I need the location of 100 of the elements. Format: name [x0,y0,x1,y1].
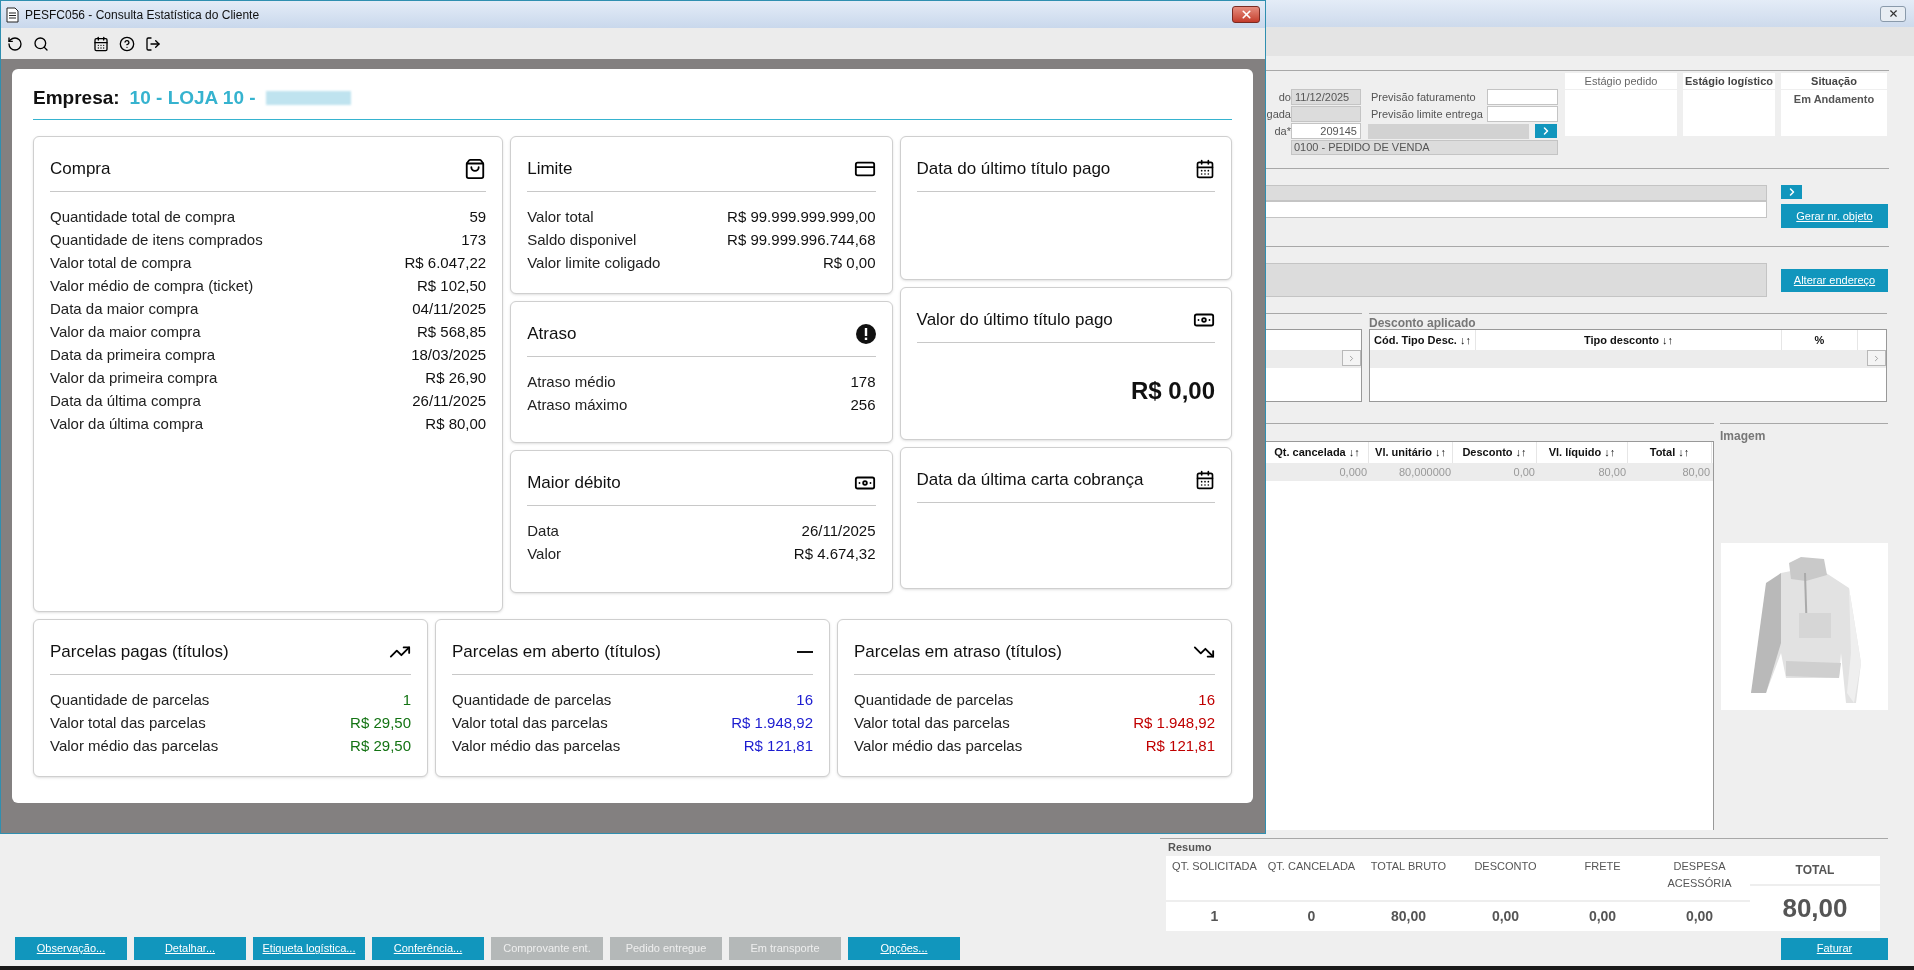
field-label: Previsão limite entrega [1371,106,1484,122]
close-icon [1887,8,1899,19]
row-label: Quantidade de itens comprados [50,230,263,251]
action-button[interactable]: Observação... [15,937,127,960]
input-field[interactable]: 11/12/2025 [1291,89,1361,105]
row-value: 59 [469,207,487,228]
row-value: R$ 99.999.996.744,68 [727,230,876,251]
summary-value: 1 [1209,906,1220,926]
total-value: 80,00 [1781,891,1849,925]
column-header: QT. SOLICITADA [1171,858,1258,874]
row-value: R$ 29,50 [350,713,411,734]
card-title: Data do último título pago [916,158,1111,181]
action-button[interactable]: Detalhar... [134,937,246,960]
table-cell-text: 0,000 [1338,464,1368,480]
input-field[interactable] [1487,106,1558,122]
summary-value: 0 [1306,906,1317,926]
card-title: Valor do último título pago [916,309,1113,332]
row-label: Data da maior compra [50,299,199,320]
row-label: Quantidade total de compra [50,207,236,228]
row-label: Valor da maior compra [50,322,201,343]
scroll-button[interactable] [1342,350,1361,366]
close-button[interactable] [1880,5,1906,22]
card-title: Parcelas pagas (títulos) [50,641,229,664]
row-label: Valor total das parcelas [452,713,608,734]
exit-icon[interactable] [145,35,161,52]
row-value: R$ 29,50 [350,736,411,757]
row-label: Valor médio de compra (ticket) [50,276,254,297]
row-label: Valor [527,544,562,565]
field-label: do [1277,89,1291,105]
row-value: 256 [850,395,876,416]
column-header: QT. CANCELADA [1266,858,1357,874]
next-button[interactable] [1781,185,1802,199]
field-label: da* [1273,123,1291,139]
close-button[interactable] [1232,6,1260,23]
calendar-icon [1195,159,1215,179]
row-value: R$ 121,81 [1145,736,1215,757]
minus-icon [797,651,813,653]
action-button[interactable]: Etiqueta logística... [253,937,365,960]
row-label: Valor médio das parcelas [50,736,219,757]
row-label: Saldo disponivel [527,230,637,251]
row-value: R$ 568,85 [416,322,487,343]
row-label: Valor da primeira compra [50,368,218,389]
row-value: R$ 26,90 [425,368,487,389]
column-header: TOTAL [1750,855,1880,886]
row-label: Valor da última compra [50,414,204,435]
calendar-icon[interactable] [93,35,109,52]
action-button[interactable]: Opções... [848,937,960,960]
row-label: Valor total das parcelas [50,713,206,734]
alert-icon [855,324,876,344]
amount-value: R$ 0,00 [1130,376,1215,406]
row-label: Data da primeira compra [50,345,216,366]
search-icon[interactable] [33,35,49,52]
table-cell-text: 80,00 [1681,464,1711,480]
card-title: Limite [527,158,573,181]
field-label: gada [1265,106,1291,122]
card-title: Parcelas em aberto (títulos) [452,641,661,664]
input-field[interactable]: 209145 [1291,123,1361,139]
input-field[interactable] [1487,89,1558,105]
row-value: 16 [1198,690,1215,711]
card-title: Maior débito [527,472,621,495]
calendar-icon [1195,470,1215,490]
close-icon [1239,8,1253,21]
change-address-button[interactable]: Alterar endereço [1781,269,1888,292]
next-button[interactable] [1535,124,1557,138]
row-label: Atraso máximo [527,395,628,416]
summary-value: 80,00 [1389,906,1427,926]
table-cell-text: 80,00 [1597,464,1627,480]
column-header: Estágio logístico [1683,73,1775,89]
row-value: 178 [850,372,876,393]
input-field[interactable] [1291,106,1361,122]
card-title: Data da última carta cobrança [916,469,1144,492]
row-value: R$ 99.999.999.999,00 [727,207,876,228]
row-value: R$ 80,00 [425,414,487,435]
column-header: TOTAL BRUTO [1369,858,1448,874]
column-header: FRETE [1583,858,1622,874]
generate-object-button[interactable]: Gerar nr. objeto [1781,204,1888,228]
input-field[interactable] [1265,185,1767,201]
invoice-button[interactable]: Faturar [1781,937,1888,960]
row-value: 26/11/2025 [412,391,487,412]
row-value: R$ 102,50 [416,276,487,297]
row-value: R$ 0,00 [823,253,876,274]
help-icon[interactable] [119,35,135,52]
row-value: 1 [402,690,411,711]
column-header: Estágio pedido [1565,73,1677,89]
row-value: 04/11/2025 [412,299,487,320]
summary-value: 0,00 [1587,906,1618,926]
field-label: Previsão faturamento [1371,89,1477,105]
row-label: Valor total das parcelas [854,713,1010,734]
column-header: DESCONTO [1473,858,1538,874]
row-label: Quantidade de parcelas [854,690,1014,711]
address-field[interactable] [1265,263,1767,297]
chevron-icon [1347,353,1356,363]
card-title: Compra [50,158,111,181]
scroll-button[interactable] [1867,350,1886,366]
row-value: R$ 121,81 [743,736,813,757]
card-title: Atraso [527,323,577,346]
undo-icon[interactable] [7,35,23,52]
input-field[interactable] [1265,201,1767,218]
action-button[interactable]: Conferência... [372,937,484,960]
row-value: R$ 1.948,92 [1133,713,1215,734]
